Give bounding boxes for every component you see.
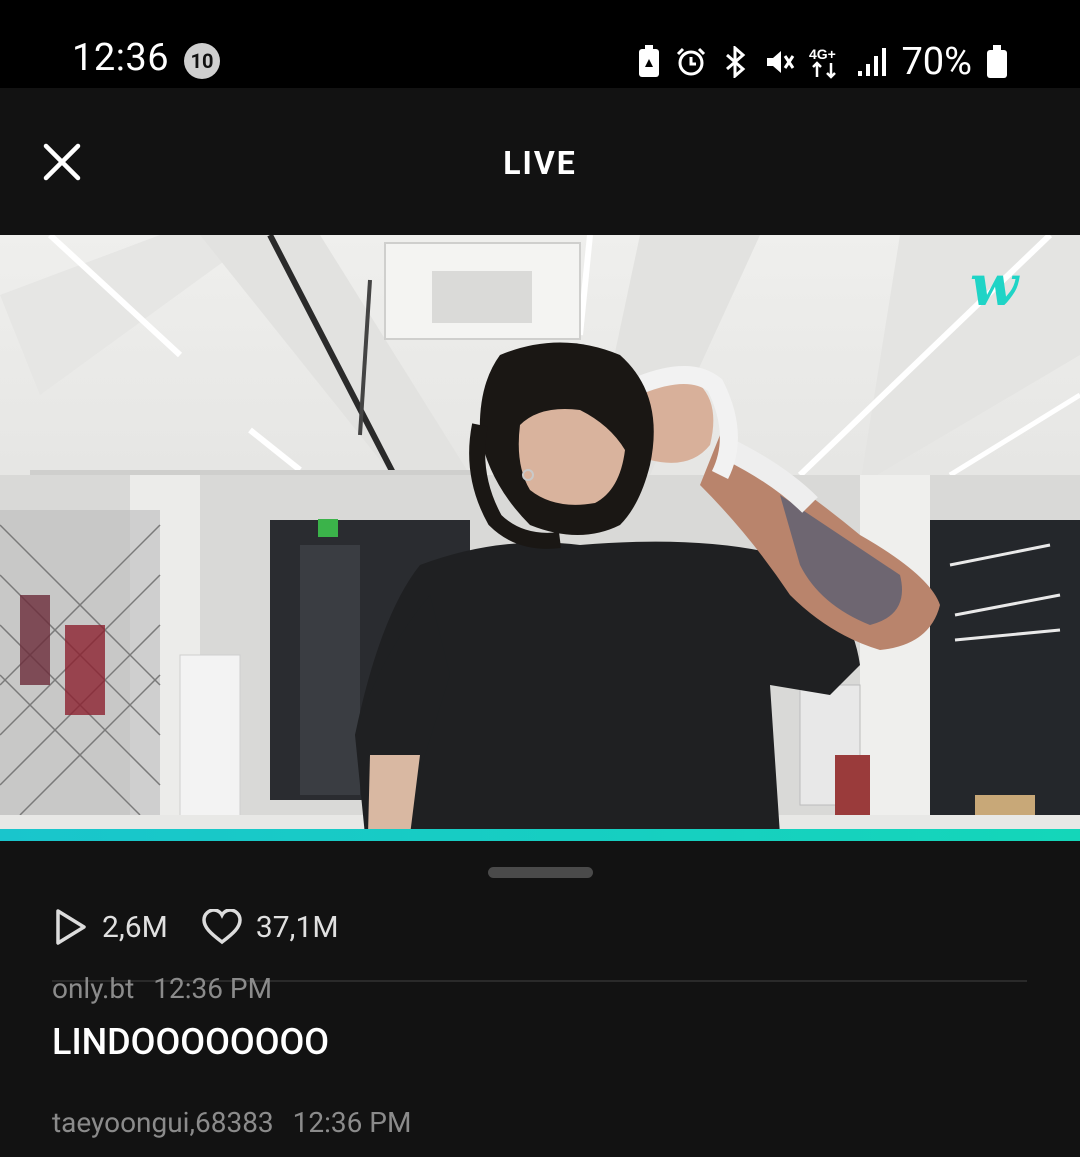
play-count-value: 2,6M [102,909,168,945]
live-stats: 2,6M 37,1M [52,904,373,950]
svg-text:4G+: 4G+ [809,46,836,62]
vibrate-mute-icon [763,46,795,78]
chat-username: taeyoongui,68383 [52,1106,274,1139]
chat-time: 12:36 PM [153,972,273,1005]
page-title: LIVE [503,144,577,182]
chat-item: only.bt 12:36 PM LINDOOOOOOOO [52,972,1027,1063]
chat-message: LINDOOOOOOOO [52,1021,330,1063]
chat-time: 12:36 PM [292,1106,412,1139]
status-bar: 12:36 10 4G+ 70% [0,0,1080,88]
video-frame: w [0,235,1080,835]
chat-item: taeyoongui,68383 12:36 PM [52,1106,1027,1139]
app-header: LIVE [0,88,1080,235]
alarm-icon [675,46,707,78]
network-4g-icon: 4G+ [809,45,843,79]
bottom-sheet-drag-handle[interactable] [488,867,593,878]
video-progress-fill [0,829,1080,841]
status-time: 12:36 [72,36,170,80]
video-progress-bar[interactable] [0,829,1080,841]
like-count-value: 37,1M [255,909,339,945]
chat-meta: taeyoongui,68383 12:36 PM [52,1106,1027,1139]
status-icons: 4G+ 70% [637,40,1008,84]
heart-icon [202,909,242,945]
play-count: 2,6M [52,907,168,947]
battery-percent: 70% [901,40,972,84]
bluetooth-icon [721,46,749,78]
notification-count-badge: 10 [184,43,220,79]
battery-saver-icon [637,45,661,79]
play-icon [56,909,86,945]
chat-username: only.bt [52,972,135,1005]
battery-icon [986,45,1008,79]
signal-strength-icon [857,47,887,77]
chat-meta: only.bt 12:36 PM [52,972,1027,1005]
weverse-logo: w [970,253,1020,319]
like-count[interactable]: 37,1M [202,909,339,945]
live-video-player[interactable]: w [0,235,1080,835]
